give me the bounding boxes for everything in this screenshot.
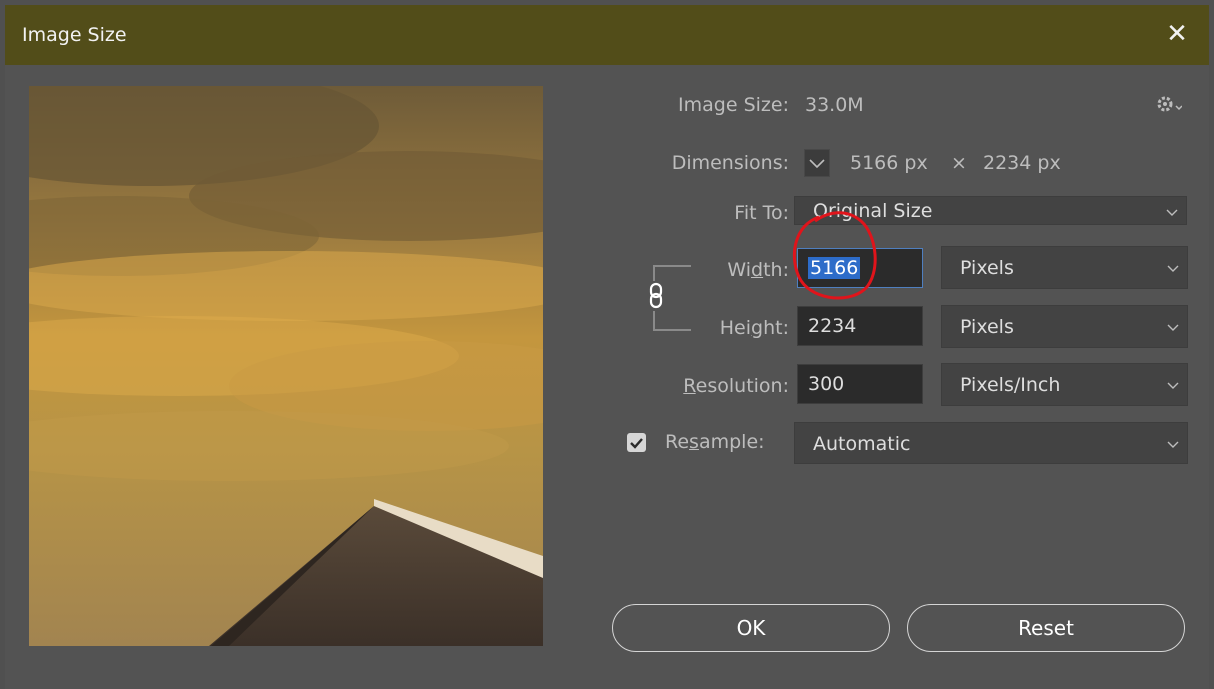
dialog-content: Image Size: 33.0M Dimensions: 5166 px × … bbox=[5, 65, 1209, 689]
height-label-post: ht: bbox=[763, 317, 789, 339]
height-value: 2234 bbox=[808, 315, 857, 337]
chain-link-icon[interactable] bbox=[645, 281, 669, 311]
dimensions-separator: × bbox=[951, 152, 967, 174]
width-unit-value: Pixels bbox=[960, 257, 1014, 279]
chevron-down-icon bbox=[1167, 382, 1179, 389]
dialog-title: Image Size bbox=[22, 24, 127, 46]
resolution-unit-select[interactable]: Pixels/Inch bbox=[941, 363, 1188, 406]
resample-value: Automatic bbox=[813, 433, 911, 455]
resample-label-post: ample: bbox=[698, 431, 765, 453]
image-preview[interactable] bbox=[29, 86, 543, 646]
height-label-pre: Hei bbox=[719, 317, 752, 339]
close-icon[interactable]: ✕ bbox=[1159, 16, 1195, 52]
width-label: Width: bbox=[625, 259, 789, 281]
dimensions-height: 2234 px bbox=[983, 152, 1061, 174]
height-unit-select[interactable]: Pixels bbox=[941, 305, 1188, 348]
reset-button[interactable]: Reset bbox=[907, 604, 1185, 652]
resample-select[interactable]: Automatic bbox=[794, 422, 1188, 464]
height-label: Height: bbox=[625, 317, 789, 339]
fit-to-label: Fit To: bbox=[734, 202, 789, 224]
height-input[interactable]: 2234 bbox=[797, 306, 923, 346]
chevron-down-icon bbox=[1167, 265, 1179, 272]
image-size-label: Image Size: bbox=[678, 94, 789, 116]
resample-label-pre: Re bbox=[665, 431, 690, 453]
resolution-label-underline: R bbox=[683, 375, 696, 397]
title-bar[interactable]: Image Size ✕ bbox=[5, 5, 1209, 65]
annotation-circle bbox=[792, 211, 877, 300]
width-label-underline: d bbox=[751, 259, 764, 281]
resample-label: Resample: bbox=[665, 431, 765, 453]
checkmark-icon bbox=[630, 438, 643, 449]
resample-checkbox[interactable] bbox=[627, 433, 646, 452]
gear-icon[interactable] bbox=[1156, 93, 1183, 120]
chevron-down-icon bbox=[1166, 209, 1178, 216]
resample-label-underline: s bbox=[689, 431, 699, 453]
chevron-down-icon bbox=[1167, 324, 1179, 331]
preview-image bbox=[29, 86, 543, 646]
ok-button[interactable]: OK bbox=[612, 604, 890, 652]
height-label-underline: g bbox=[751, 317, 764, 339]
resolution-value: 300 bbox=[808, 373, 845, 395]
image-size-value: 33.0M bbox=[805, 94, 864, 116]
width-unit-select[interactable]: Pixels bbox=[941, 246, 1188, 289]
resolution-label-post: esolution: bbox=[695, 375, 789, 397]
dimensions-label: Dimensions: bbox=[671, 152, 789, 174]
chevron-down-icon bbox=[1167, 441, 1179, 448]
height-unit-value: Pixels bbox=[960, 316, 1014, 338]
resolution-input[interactable]: 300 bbox=[797, 364, 923, 404]
chevron-down-icon[interactable] bbox=[804, 149, 830, 177]
image-size-dialog: Image Size ✕ Image Size: 33.0M Dimension… bbox=[5, 5, 1209, 689]
dimensions-width: 5166 px bbox=[850, 152, 928, 174]
width-label-pre: Wi bbox=[727, 259, 752, 281]
resolution-label: Resolution: bbox=[625, 375, 789, 397]
resolution-unit-value: Pixels/Inch bbox=[960, 374, 1061, 396]
